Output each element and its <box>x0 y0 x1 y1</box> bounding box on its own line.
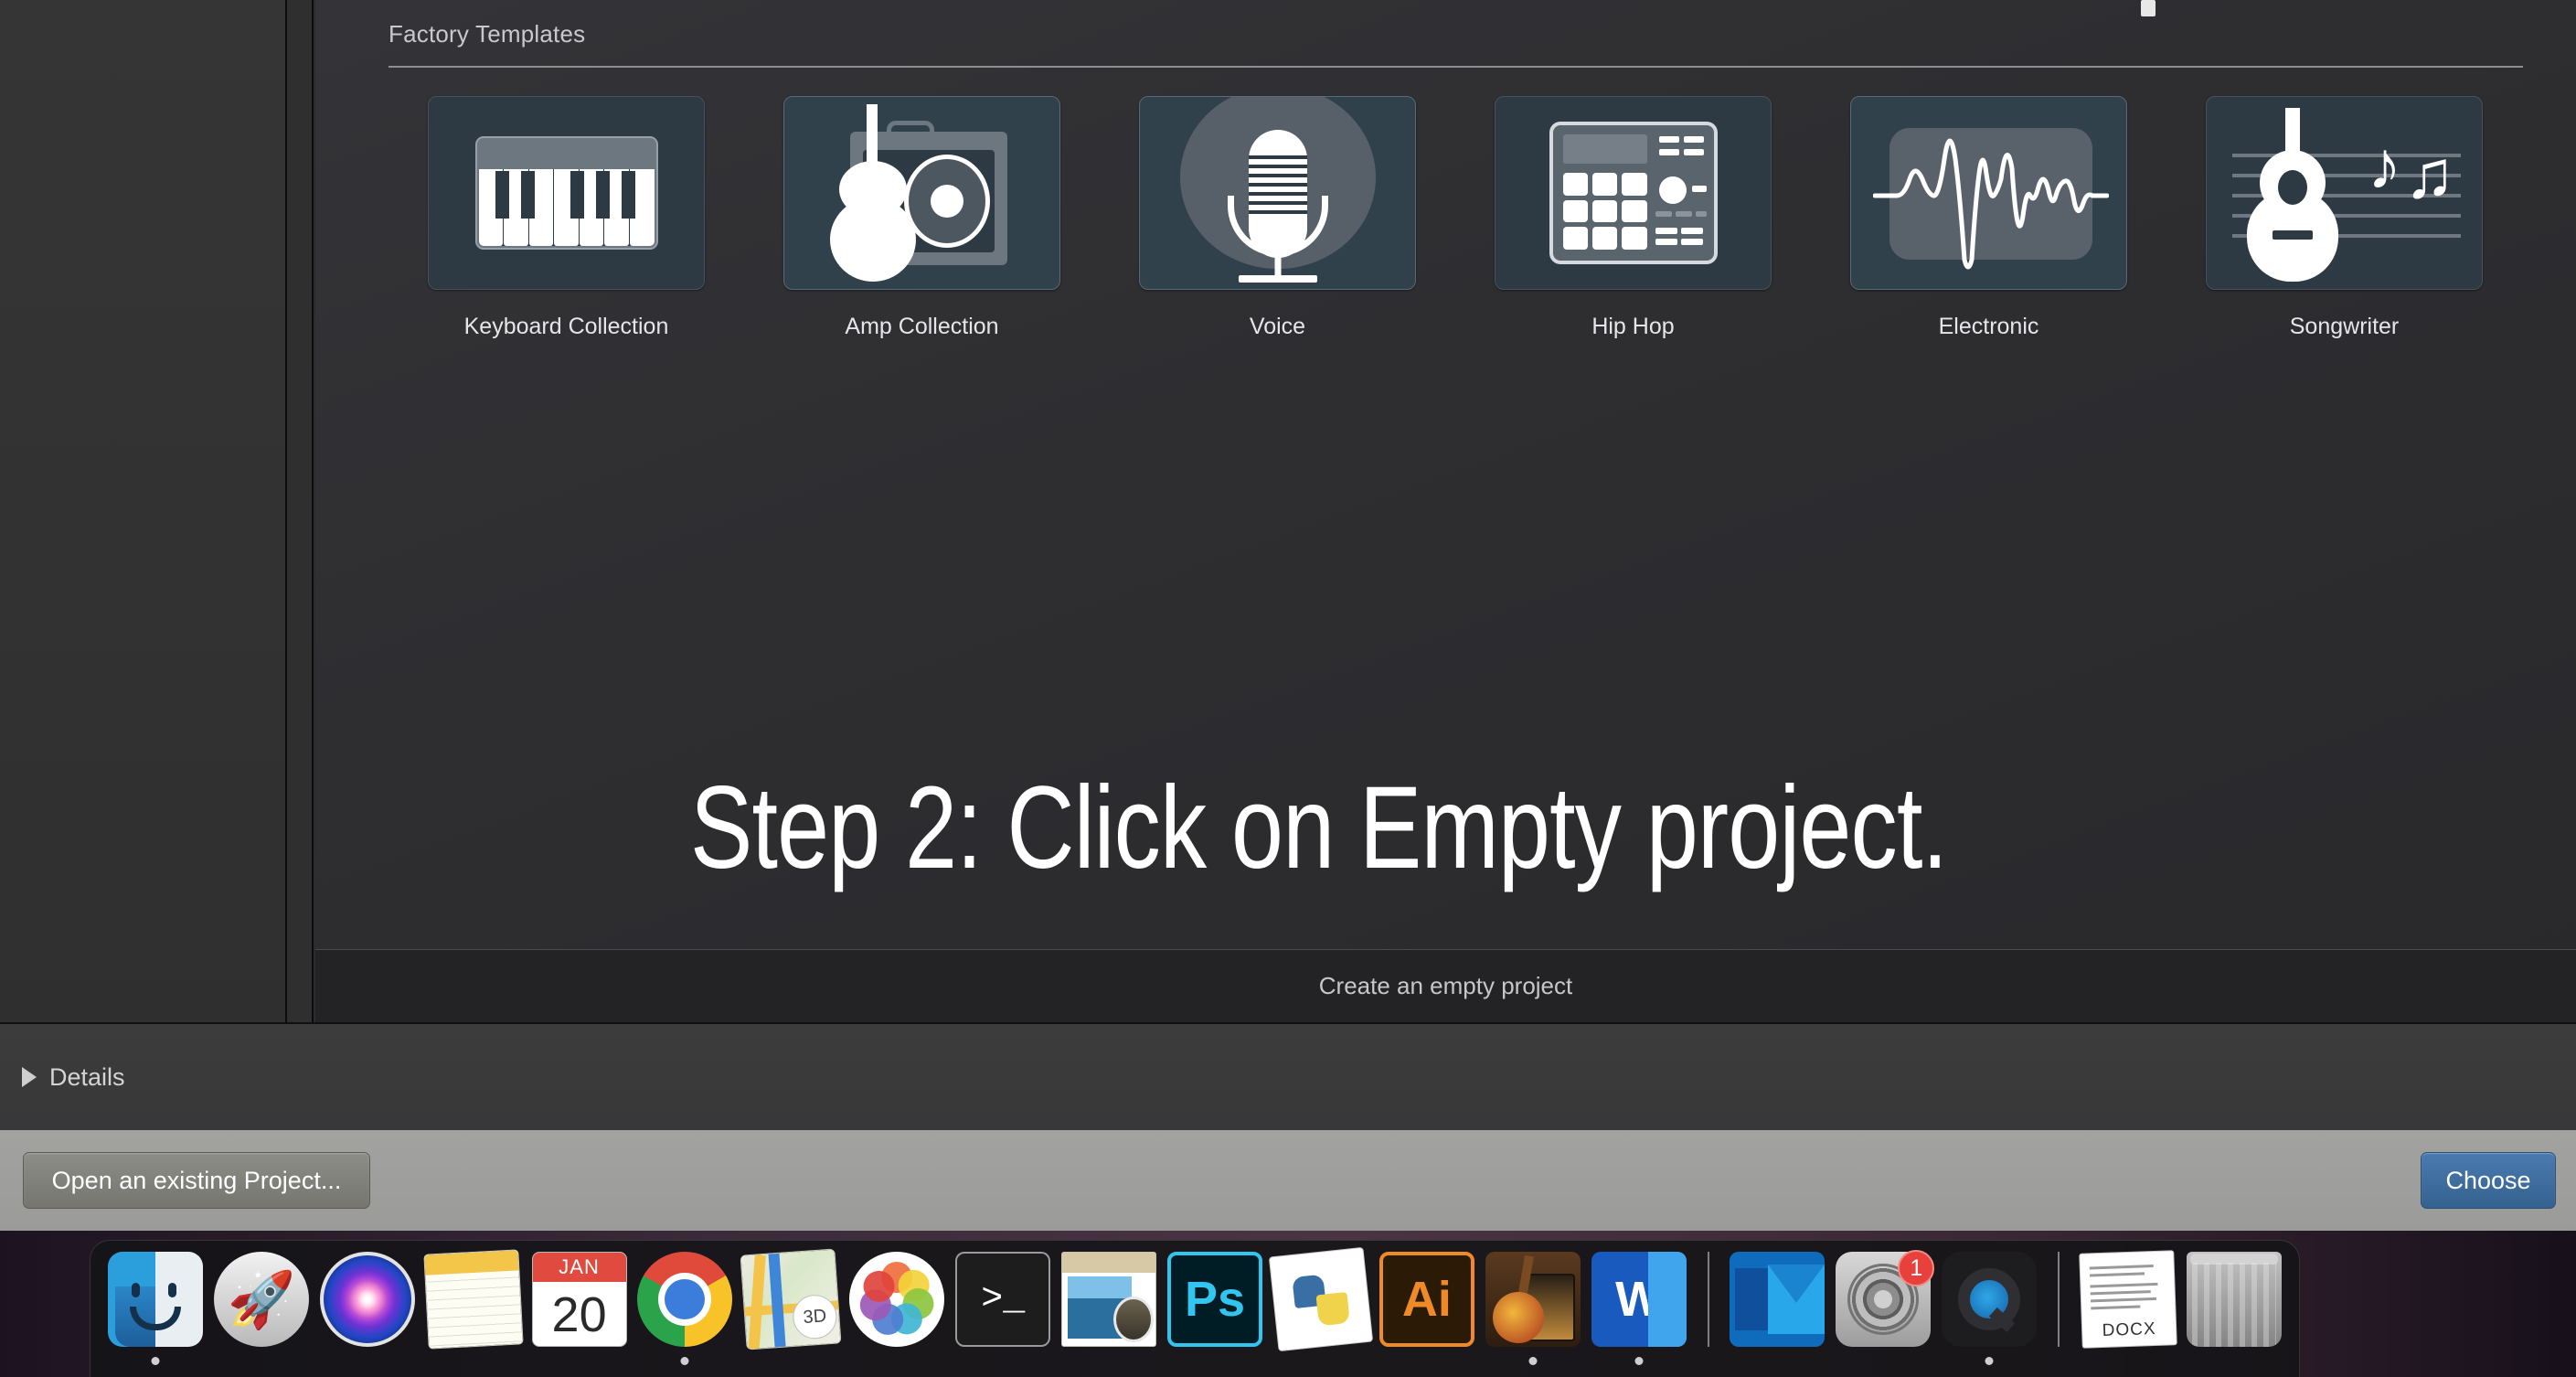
template-item-electronic[interactable]: Electronic <box>1811 96 2166 340</box>
scrollbar-thumb[interactable] <box>2141 0 2156 16</box>
section-divider <box>389 66 2523 68</box>
launchpad-rocket-icon: 🚀 <box>213 1252 309 1347</box>
create-empty-project-label: Create an empty project <box>1318 972 1573 999</box>
dock-item-photos[interactable] <box>846 1252 947 1369</box>
dock-item-outlook[interactable] <box>1728 1252 1828 1369</box>
disclosure-triangle-right-icon[interactable] <box>22 1067 37 1087</box>
dock-item-quicktime[interactable] <box>1939 1252 2039 1369</box>
piano-keyboard-icon <box>429 97 704 289</box>
acoustic-guitar-notes-icon: ♪ ♫ <box>2207 97 2482 289</box>
action-bar: Open an existing Project... Choose <box>0 1130 2576 1231</box>
siri-icon <box>319 1252 415 1347</box>
template-item-hip-hop[interactable]: Hip Hop <box>1455 96 1811 340</box>
template-label: Amp Collection <box>845 314 999 339</box>
choose-button[interactable]: Choose <box>2421 1152 2556 1209</box>
docx-label: DOCX <box>2102 1318 2157 1341</box>
dock-item-preview[interactable] <box>1059 1252 1159 1369</box>
finder-icon <box>107 1252 203 1347</box>
dock-item-siri[interactable] <box>317 1252 418 1369</box>
details-label: Details <box>49 1062 125 1091</box>
running-indicator <box>680 1357 689 1365</box>
calendar-day: 20 <box>551 1287 607 1342</box>
dock-item-finder[interactable] <box>105 1252 206 1369</box>
template-item-amp-collection[interactable]: Amp Collection <box>744 96 1100 340</box>
template-label: Electronic <box>1938 314 2039 339</box>
guitar-amp-icon <box>784 97 1059 289</box>
sidebar-divider <box>285 0 314 1022</box>
waveform-icon <box>1851 97 2126 289</box>
dock-item-notes[interactable] <box>423 1249 524 1369</box>
garageband-icon <box>1485 1252 1581 1347</box>
template-item-songwriter[interactable]: ♪ ♫ Songwriter <box>2166 96 2522 340</box>
dock-item-docx-file[interactable]: DOCX <box>2078 1250 2178 1369</box>
template-label: Voice <box>1249 314 1306 339</box>
microphone-icon <box>1140 97 1415 289</box>
template-browser-pane: Factory Templates Keyboard Collection Am… <box>315 0 2576 1022</box>
open-existing-project-button[interactable]: Open an existing Project... <box>23 1152 370 1209</box>
python-icon <box>1268 1246 1374 1352</box>
dock-item-garageband[interactable] <box>1483 1252 1583 1369</box>
template-label: Songwriter <box>2289 314 2400 339</box>
template-thumbnail[interactable] <box>1139 96 1416 290</box>
calendar-icon: JAN 20 <box>531 1252 627 1347</box>
template-label: Keyboard Collection <box>463 314 669 339</box>
running-indicator <box>1528 1357 1538 1365</box>
details-bar[interactable]: Details <box>0 1022 2576 1130</box>
template-thumbnail[interactable]: ♪ ♫ <box>2206 96 2483 290</box>
photoshop-icon: Ps <box>1167 1252 1263 1347</box>
template-thumbnail[interactable] <box>1850 96 2127 290</box>
template-label: Hip Hop <box>1591 314 1675 339</box>
drum-machine-icon <box>1496 97 1771 289</box>
dock-item-illustrator[interactable]: Ai <box>1377 1252 1477 1369</box>
docx-document-icon: DOCX <box>2079 1250 2177 1349</box>
maps-icon: 3D <box>740 1248 842 1350</box>
system-preferences-gear-icon: 1 <box>1836 1250 1935 1347</box>
dock-item-calendar[interactable]: JAN 20 <box>529 1252 630 1369</box>
outlook-icon <box>1730 1252 1826 1347</box>
template-thumbnail[interactable] <box>783 96 1060 290</box>
dock-item-python[interactable] <box>1268 1246 1374 1369</box>
dock-item-word[interactable]: W <box>1589 1252 1689 1369</box>
dock-item-system-preferences[interactable]: 1 <box>1833 1250 1935 1369</box>
template-thumbnail[interactable] <box>428 96 705 290</box>
template-item-keyboard-collection[interactable]: Keyboard Collection <box>389 96 744 340</box>
dock-item-terminal[interactable]: >_ <box>953 1252 1053 1369</box>
dock-item-launchpad[interactable]: 🚀 <box>211 1252 312 1369</box>
project-chooser-window: Factory Templates Keyboard Collection Am… <box>0 0 2576 1022</box>
illustrator-icon: Ai <box>1378 1252 1474 1347</box>
screen-root: Factory Templates Keyboard Collection Am… <box>0 0 2576 1377</box>
calendar-month: JAN <box>532 1253 626 1282</box>
running-indicator <box>151 1357 160 1365</box>
dock-item-photoshop[interactable]: Ps <box>1165 1252 1265 1369</box>
template-item-voice[interactable]: Voice <box>1100 96 1455 340</box>
running-indicator <box>1985 1357 1994 1365</box>
dock-separator-2 <box>2058 1252 2060 1347</box>
notes-icon <box>423 1249 524 1350</box>
section-title: Factory Templates <box>389 20 586 48</box>
running-indicator <box>1634 1357 1644 1365</box>
tutorial-overlay-text: Step 2: Click on Empty project. <box>690 763 1948 893</box>
macos-dock: 🚀 JAN 20 3D >_ Ps Ai W 1 DOCX <box>90 1240 2300 1377</box>
terminal-icon: >_ <box>955 1252 1051 1347</box>
template-grid: Keyboard Collection Amp Collection Voice… <box>389 96 2523 340</box>
waveform-path <box>1873 138 2109 270</box>
preview-icon <box>1061 1252 1157 1347</box>
dock-separator-1 <box>1707 1252 1709 1347</box>
chrome-icon <box>637 1252 733 1347</box>
chooser-sidebar[interactable] <box>0 0 285 1022</box>
dock-item-chrome[interactable] <box>635 1252 736 1369</box>
create-empty-project-row[interactable]: Create an empty project <box>315 949 2576 1022</box>
photos-icon <box>849 1252 945 1347</box>
dock-item-trash[interactable] <box>2184 1252 2284 1369</box>
notification-badge: 1 <box>1898 1250 1935 1286</box>
word-icon: W <box>1591 1252 1687 1347</box>
trash-icon <box>2187 1252 2283 1347</box>
template-thumbnail[interactable] <box>1495 96 1772 290</box>
quicktime-icon <box>1942 1252 2038 1347</box>
dock-item-maps[interactable]: 3D <box>740 1248 842 1369</box>
